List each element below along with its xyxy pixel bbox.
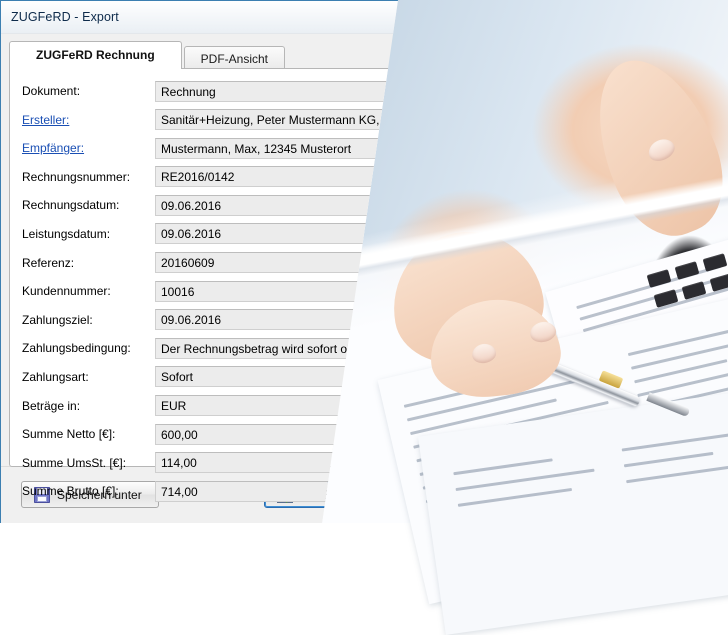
field-label[interactable]: Empfänger: — [22, 141, 155, 155]
tab-strip: ZUGFeRD Rechnung PDF-Ansicht — [9, 42, 410, 69]
invoice-field-row: Empfänger:Mustermann, Max, 12345 Mustero… — [10, 136, 410, 160]
field-label: Beträge in: — [22, 399, 155, 413]
invoice-field-row: Leistungsdatum:09.06.2016 — [10, 222, 410, 246]
field-label: Summe UmsSt. [€]: — [22, 456, 155, 470]
field-value[interactable]: Sanitär+Heizung, Peter Mustermann KG, — [155, 109, 410, 130]
title-bar: ZUGFeRD - Export — [1, 1, 410, 34]
field-label: Summe Netto [€]: — [22, 427, 155, 441]
invoice-field-row: Ersteller:Sanitär+Heizung, Peter Musterm… — [10, 108, 410, 132]
invoice-field-row: Dokument:Rechnung — [10, 79, 410, 103]
field-label: Zahlungsart: — [22, 370, 155, 384]
field-label: Dokument: — [22, 84, 155, 98]
field-value[interactable]: Mustermann, Max, 12345 Musterort — [155, 138, 410, 159]
invoice-field-row: Referenz:20160609 — [10, 251, 410, 275]
invoice-field-row: Rechnungsdatum:09.06.2016 — [10, 193, 410, 217]
invoice-field-row: Kundennummer:10016 — [10, 279, 410, 303]
tab-zugferd-rechnung[interactable]: ZUGFeRD Rechnung — [9, 41, 182, 69]
field-label: Zahlungsbedingung: — [22, 341, 155, 355]
field-label: Leistungsdatum: — [22, 227, 155, 241]
field-label: Rechnungsdatum: — [22, 198, 155, 212]
field-label: Kundennummer: — [22, 284, 155, 298]
field-label: Zahlungsziel: — [22, 313, 155, 327]
field-label: Summe Brutto [€]: — [22, 484, 155, 498]
field-label: Rechnungsnummer: — [22, 170, 155, 184]
invoice-field-row: Rechnungsnummer:RE2016/0142 — [10, 165, 410, 189]
invoice-field-row: Zahlungsziel:09.06.2016 — [10, 308, 410, 332]
field-value[interactable]: Rechnung — [155, 81, 410, 102]
field-label[interactable]: Ersteller: — [22, 113, 155, 127]
window-title: ZUGFeRD - Export — [11, 10, 119, 24]
field-label: Referenz: — [22, 256, 155, 270]
